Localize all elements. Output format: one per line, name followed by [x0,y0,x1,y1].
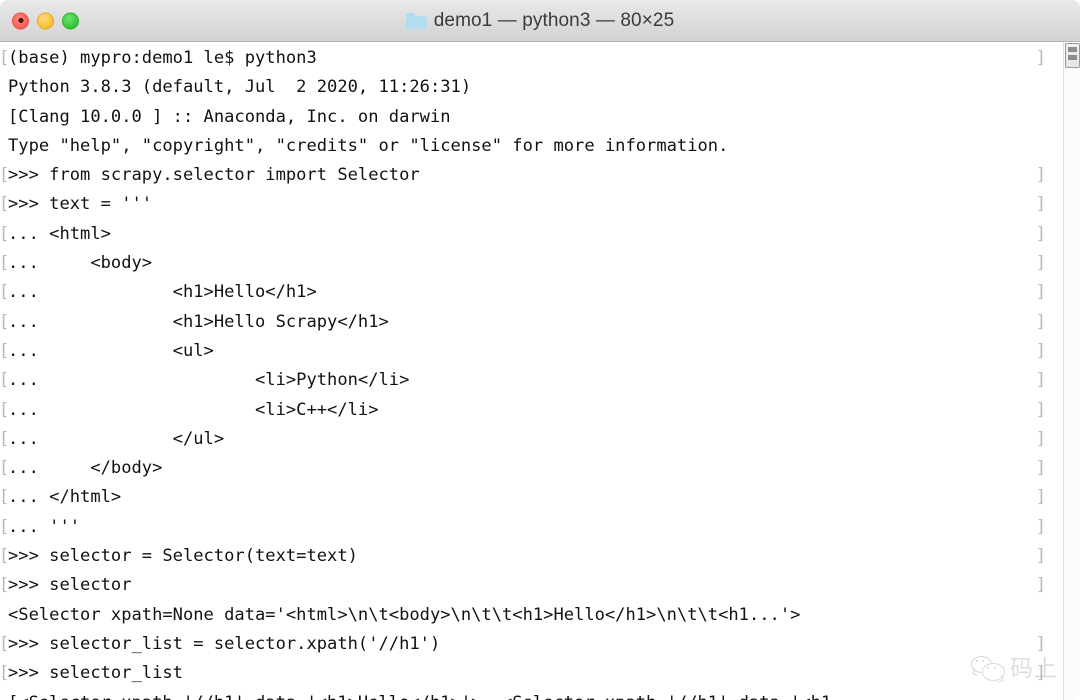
line-wrap-marker-left: [ [0,428,10,449]
terminal-line: [... <html>] [0,220,1080,249]
terminal-line-text: ... <body> [8,253,153,274]
terminal-line: [<Selector xpath='//h1' data='<h1>Hello<… [0,689,1080,700]
terminal-line-text: <Selector xpath=None data='<html>\n\t<bo… [8,604,801,625]
terminal-line-text: ... </html> [8,487,122,508]
terminal-line: [>>> selector] [0,571,1080,600]
terminal-line-text: ... <h1>Hello Scrapy</h1> [8,311,389,332]
terminal-line: [... <li>Python</li>] [0,366,1080,395]
terminal-output: [(base) mypro:demo1 le$ python3] Python 3… [0,44,1080,700]
line-wrap-marker-left: [ [0,340,10,361]
line-wrap-marker-right: ] [1035,428,1046,449]
terminal-line: [... <h1>Hello</h1>] [0,278,1080,307]
line-wrap-marker-left: [ [0,663,10,684]
terminal-line-text: ... <ul> [8,340,214,361]
terminal-line: [... </html>] [0,483,1080,512]
terminal-line: [>>> text = '''] [0,190,1080,219]
terminal-line: [... <h1>Hello Scrapy</h1>] [0,308,1080,337]
folder-icon [405,12,427,29]
line-wrap-marker-right: ] [1035,194,1046,215]
terminal-line-text: ... </ul> [8,428,225,449]
line-wrap-marker-right: ] [1035,370,1046,391]
close-button[interactable] [12,12,29,29]
line-wrap-marker-right: ] [1035,458,1046,479]
terminal-line-text: ... </body> [8,458,163,479]
line-wrap-marker-right: ] [1035,516,1046,537]
terminal-line-text: ... ''' [8,516,81,537]
line-wrap-marker-right: ] [1035,48,1046,68]
terminal-window: demo1 — python3 — 80×25 [(base) mypro:de… [0,0,1080,700]
line-wrap-marker-right: ] [1035,487,1046,508]
terminal-line: [Clang 10.0.0 ] :: Anaconda, Inc. on dar… [0,103,1080,132]
terminal-line: [>>> selector_list] [0,659,1080,688]
line-wrap-marker-right: ] [1035,340,1046,361]
window-title: demo1 — python3 — 80×25 [433,9,675,31]
line-wrap-marker-right: ] [1035,399,1046,420]
terminal-line-text: ... <html> [8,223,111,244]
terminal-line-text: Python 3.8.3 (default, Jul 2 2020, 11:26… [8,77,472,98]
line-wrap-marker-left: [ [0,546,10,567]
line-wrap-marker-left: [ [0,487,10,508]
terminal-line-text: >>> selector_list = selector.xpath('//h1… [8,633,441,654]
terminal-line-text: ... <li>C++</li> [8,399,379,420]
terminal-line-text: ... <h1>Hello</h1> [8,282,317,303]
terminal-line: <Selector xpath=None data='<html>\n\t<bo… [0,601,1080,630]
line-wrap-marker-left: [ [0,223,10,244]
terminal-line-text: (base) mypro:demo1 le$ python3 [8,48,317,68]
terminal-line-text: >>> selector = Selector(text=text) [8,546,358,567]
terminal-line: [>>> selector_list = selector.xpath('//h… [0,630,1080,659]
line-wrap-marker-left: [ [0,311,10,332]
terminal-line: [... <li>C++</li>] [0,396,1080,425]
terminal-line-text: >>> selector [8,575,132,596]
line-wrap-marker-left: [ [0,282,10,303]
terminal-line: [... </body>] [0,454,1080,483]
window-title-group: demo1 — python3 — 80×25 [405,9,675,32]
terminal-content-area[interactable]: [(base) mypro:demo1 le$ python3] Python 3… [0,42,1080,700]
line-wrap-marker-left: [ [0,48,10,68]
window-titlebar[interactable]: demo1 — python3 — 80×25 [0,0,1080,42]
terminal-scrollbar[interactable] [1063,42,1080,700]
line-wrap-marker-left: [ [0,194,10,215]
terminal-line: [>>> from scrapy.selector import Selecto… [0,161,1080,190]
line-wrap-marker-right: ] [1035,165,1046,186]
line-wrap-marker-right: ] [1035,223,1046,244]
line-wrap-marker-left: [ [0,633,10,654]
maximize-button[interactable] [62,12,79,29]
line-wrap-marker-left: [ [0,458,10,479]
terminal-line-text: >>> from scrapy.selector import Selector [8,165,420,186]
window-controls [12,12,79,29]
terminal-line: [... '''] [0,513,1080,542]
terminal-line: [... </ul>] [0,425,1080,454]
line-wrap-marker-right: ] [1035,546,1046,567]
terminal-line-text: ... <li>Python</li> [8,370,410,391]
line-wrap-marker-right: ] [1035,311,1046,332]
terminal-line-text: [Clang 10.0.0 ] :: Anaconda, Inc. on dar… [8,106,451,127]
line-wrap-marker-right: ] [1035,282,1046,303]
terminal-line: [(base) mypro:demo1 le$ python3] [0,44,1080,73]
line-wrap-marker-right: ] [1035,253,1046,274]
terminal-line-text: [<Selector xpath='//h1' data='<h1>Hello<… [8,693,831,700]
terminal-line: [... <body>] [0,249,1080,278]
line-wrap-marker-left: [ [0,253,10,274]
scrollbar-thumb[interactable] [1065,43,1080,68]
terminal-line: [>>> selector = Selector(text=text)] [0,542,1080,571]
line-wrap-marker-left: [ [0,575,10,596]
line-wrap-marker-right: ] [1035,663,1046,684]
line-wrap-marker-right: ] [1035,633,1046,654]
line-wrap-marker-left: [ [0,399,10,420]
line-wrap-marker-left: [ [0,165,10,186]
terminal-line: Python 3.8.3 (default, Jul 2 2020, 11:26… [0,73,1080,102]
minimize-button[interactable] [37,12,54,29]
line-wrap-marker-left: [ [0,516,10,537]
line-wrap-marker-left: [ [0,370,10,391]
terminal-line-text: >>> text = ''' [8,194,153,215]
line-wrap-marker-right: ] [1035,575,1046,596]
terminal-line-text: >>> selector_list [8,663,183,684]
terminal-line-text: Type "help", "copyright", "credits" or "… [8,135,729,156]
terminal-line: [... <ul>] [0,337,1080,366]
terminal-line: Type "help", "copyright", "credits" or "… [0,132,1080,161]
